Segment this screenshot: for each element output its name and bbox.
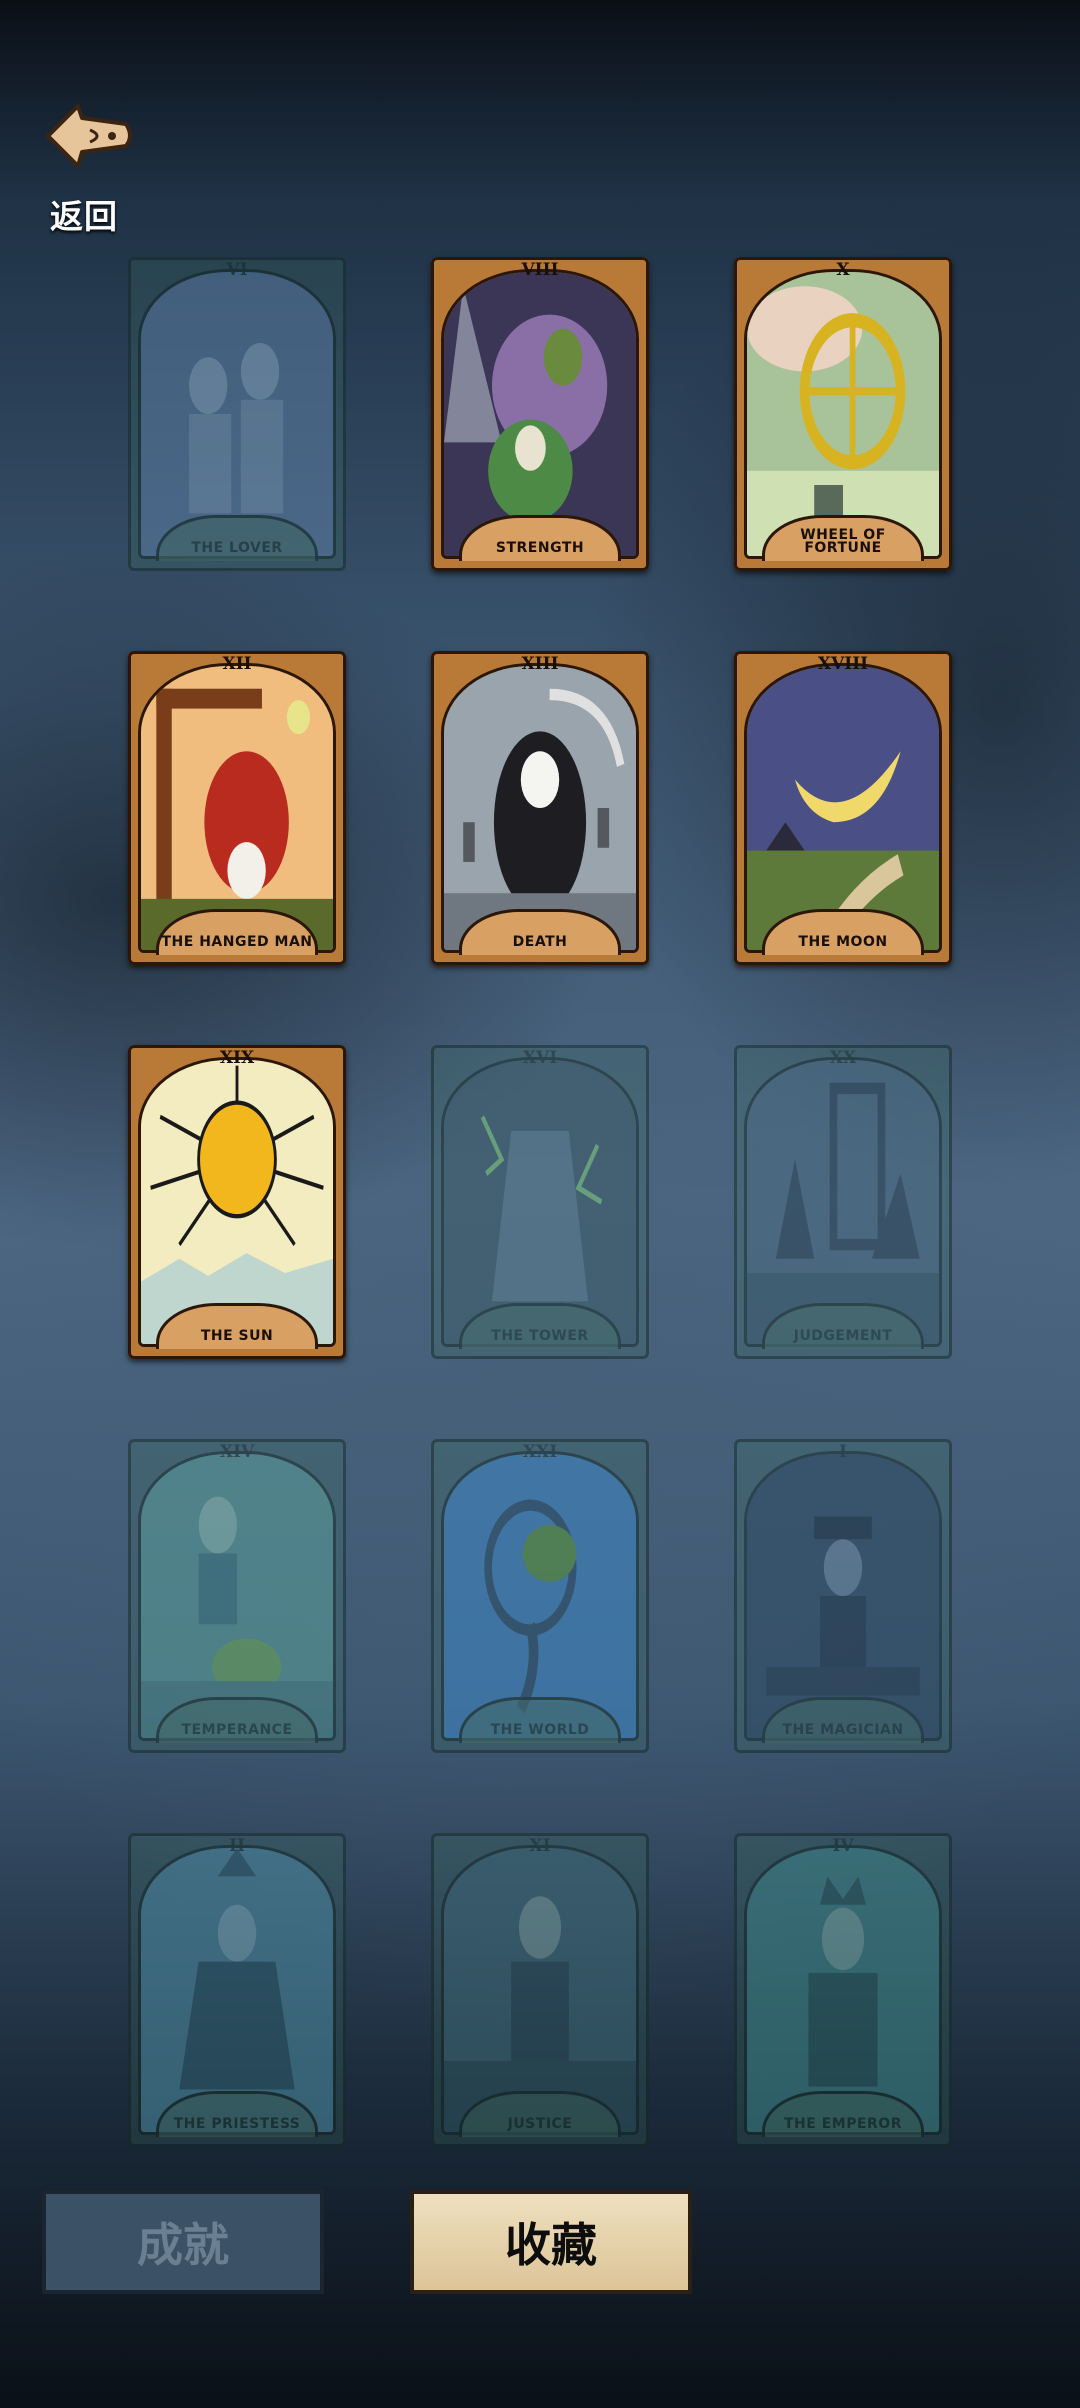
card-name: THE SUN <box>200 1328 274 1344</box>
card-numeral: VIII <box>521 260 559 280</box>
card-numeral: XIV <box>219 1442 255 1462</box>
card-death[interactable]: XIII DEATH <box>431 651 649 965</box>
card-the-hanged-man[interactable]: XII THE HANGED MAN <box>128 651 346 965</box>
card-name: THE TOWER <box>491 1328 589 1344</box>
card-name: THE MAGICIAN <box>782 1722 904 1738</box>
card-strength[interactable]: VIII STRENGTH <box>431 257 649 571</box>
card-the-tower[interactable]: XVI THE TOWER <box>431 1045 649 1359</box>
card-name: STRENGTH <box>495 540 585 556</box>
card-justice[interactable]: XI JUSTICE <box>431 1833 649 2147</box>
card-name: JUSTICE <box>507 2116 573 2132</box>
card-judgement[interactable]: XX JUDGEMENT <box>734 1045 952 1359</box>
tab-achievements[interactable]: 成就 <box>42 2190 324 2294</box>
card-the-magician[interactable]: I THE MAGICIAN <box>734 1439 952 1753</box>
card-name: THE PRIESTESS <box>173 2116 301 2132</box>
card-name: JUDGEMENT <box>793 1328 893 1344</box>
card-numeral: XI <box>529 1836 551 1856</box>
card-the-emperor[interactable]: IV THE EMPEROR <box>734 1833 952 2147</box>
card-the-sun[interactable]: XIX THE SUN <box>128 1045 346 1359</box>
card-the-moon[interactable]: XVIII THE MOON <box>734 651 952 965</box>
card-numeral: XVI <box>522 1048 558 1068</box>
card-name: DEATH <box>512 934 568 950</box>
card-the-world[interactable]: XXI THE WORLD <box>431 1439 649 1753</box>
card-name: TEMPERANCE <box>181 1722 293 1738</box>
card-name: THE LOVER <box>191 540 283 556</box>
card-numeral: IV <box>832 1836 854 1856</box>
card-name: THE WORLD <box>490 1722 590 1738</box>
card-numeral: XVIII <box>817 654 869 674</box>
card-name: WHEEL OF FORTUNE <box>800 527 886 556</box>
card-the-lover[interactable]: VI THE LOVER <box>128 257 346 571</box>
back-label: 返回 <box>50 197 118 236</box>
card-wheel-of-fortune[interactable]: X WHEEL OF FORTUNE <box>734 257 952 571</box>
card-name: THE EMPEROR <box>784 2116 902 2132</box>
tab-collection[interactable]: 收藏 <box>410 2190 692 2294</box>
card-the-priestess[interactable]: II THE PRIESTESS <box>128 1833 346 2147</box>
card-temperance[interactable]: XIV TEMPERANCE <box>128 1439 346 1753</box>
card-numeral: II <box>229 1836 245 1856</box>
card-name: THE MOON <box>798 934 888 950</box>
card-name: THE HANGED MAN <box>161 934 313 950</box>
card-numeral: XX <box>829 1048 857 1068</box>
card-numeral: I <box>839 1442 847 1462</box>
card-numeral: XII <box>222 654 252 674</box>
card-numeral: VI <box>226 260 248 280</box>
back-arrow-icon <box>46 104 132 168</box>
back-button[interactable]: 返回 <box>38 98 138 238</box>
card-numeral: XIII <box>521 654 559 674</box>
card-numeral: X <box>836 260 850 280</box>
card-numeral: XIX <box>219 1048 255 1068</box>
card-numeral: XXI <box>522 1442 558 1462</box>
